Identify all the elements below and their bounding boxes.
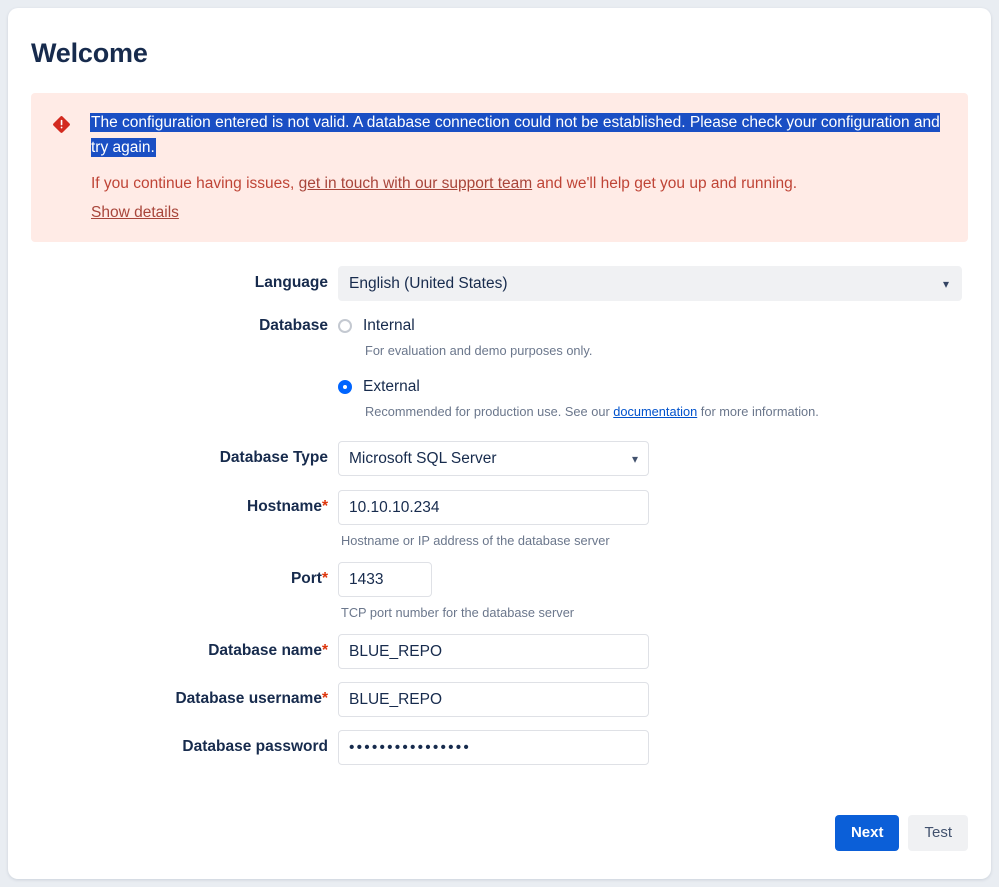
error-support-prefix: If you continue having issues, xyxy=(91,175,299,192)
language-label: Language xyxy=(254,274,328,291)
language-row: Language English (United States) ▾ xyxy=(8,266,991,301)
next-button[interactable]: Next xyxy=(834,815,900,851)
error-banner-body: The configuration entered is not valid. … xyxy=(91,110,948,222)
radio-internal[interactable]: Internal xyxy=(338,315,991,337)
database-type-select-wrap[interactable]: Microsoft SQL Server ▾ xyxy=(338,441,649,476)
hostname-label-text: Hostname xyxy=(247,498,322,515)
setup-form: Language English (United States) ▾ Datab… xyxy=(8,266,991,765)
required-marker: * xyxy=(321,498,328,515)
radio-internal-note: For evaluation and demo purposes only. xyxy=(365,343,593,358)
radio-internal-indicator[interactable] xyxy=(338,319,352,333)
radio-external-note-prefix: Recommended for production use. See our xyxy=(365,404,614,419)
database-name-label-text: Database name xyxy=(208,642,322,659)
port-hint: TCP port number for the database server xyxy=(341,605,575,620)
radio-external-indicator[interactable] xyxy=(338,380,352,394)
show-details-link[interactable]: Show details xyxy=(91,204,179,222)
required-marker: * xyxy=(321,642,328,659)
port-label: Port* xyxy=(8,562,338,596)
port-row: Port* TCP port number for the database s… xyxy=(8,562,991,620)
database-username-row: Database username* xyxy=(8,682,991,717)
language-select-wrap[interactable]: English (United States) ▾ xyxy=(338,266,962,301)
hostname-row: Hostname* Hostname or IP address of the … xyxy=(8,490,991,548)
hostname-input[interactable] xyxy=(338,490,649,525)
error-support-line: If you continue having issues, get in to… xyxy=(91,172,948,196)
database-row: Database Internal For evaluation and dem… xyxy=(8,309,991,419)
port-label-text: Port xyxy=(290,570,322,587)
database-name-input[interactable] xyxy=(338,634,649,669)
test-button[interactable]: Test xyxy=(908,815,968,851)
database-type-select[interactable]: Microsoft SQL Server xyxy=(338,441,649,476)
database-name-row: Database name* xyxy=(8,634,991,669)
database-label: Database xyxy=(259,317,328,334)
radio-external-label: External xyxy=(363,378,420,395)
database-password-input[interactable] xyxy=(338,730,649,765)
database-username-label-text: Database username xyxy=(175,690,322,707)
form-actions: Next Test xyxy=(834,815,968,851)
language-select[interactable]: English (United States) xyxy=(338,266,962,301)
setup-card: Welcome The configuration entered is not… xyxy=(8,8,991,879)
port-input[interactable] xyxy=(338,562,432,597)
database-username-label: Database username* xyxy=(8,682,338,716)
required-marker: * xyxy=(321,690,328,707)
database-type-row: Database Type Microsoft SQL Server ▾ xyxy=(8,441,991,476)
radio-internal-label: Internal xyxy=(363,317,415,334)
hostname-hint: Hostname or IP address of the database s… xyxy=(341,533,610,548)
error-message: The configuration entered is not valid. … xyxy=(91,114,940,156)
database-password-row: Database password xyxy=(8,730,991,765)
database-username-input[interactable] xyxy=(338,682,649,717)
documentation-link[interactable]: documentation xyxy=(613,404,697,419)
database-type-label: Database Type xyxy=(219,449,328,466)
support-team-link[interactable]: get in touch with our support team xyxy=(299,175,533,192)
error-diamond-icon xyxy=(53,116,70,133)
database-password-label: Database password xyxy=(182,738,328,755)
hostname-label: Hostname* xyxy=(8,490,338,524)
database-name-label: Database name* xyxy=(8,634,338,668)
error-banner: The configuration entered is not valid. … xyxy=(31,93,968,242)
page-title: Welcome xyxy=(31,38,148,68)
radio-external[interactable]: External xyxy=(338,376,991,398)
error-support-suffix: and we'll help get you up and running. xyxy=(532,175,798,192)
radio-external-note-suffix: for more information. xyxy=(697,404,819,419)
required-marker: * xyxy=(321,570,328,587)
radio-external-note: Recommended for production use. See our … xyxy=(338,398,991,419)
